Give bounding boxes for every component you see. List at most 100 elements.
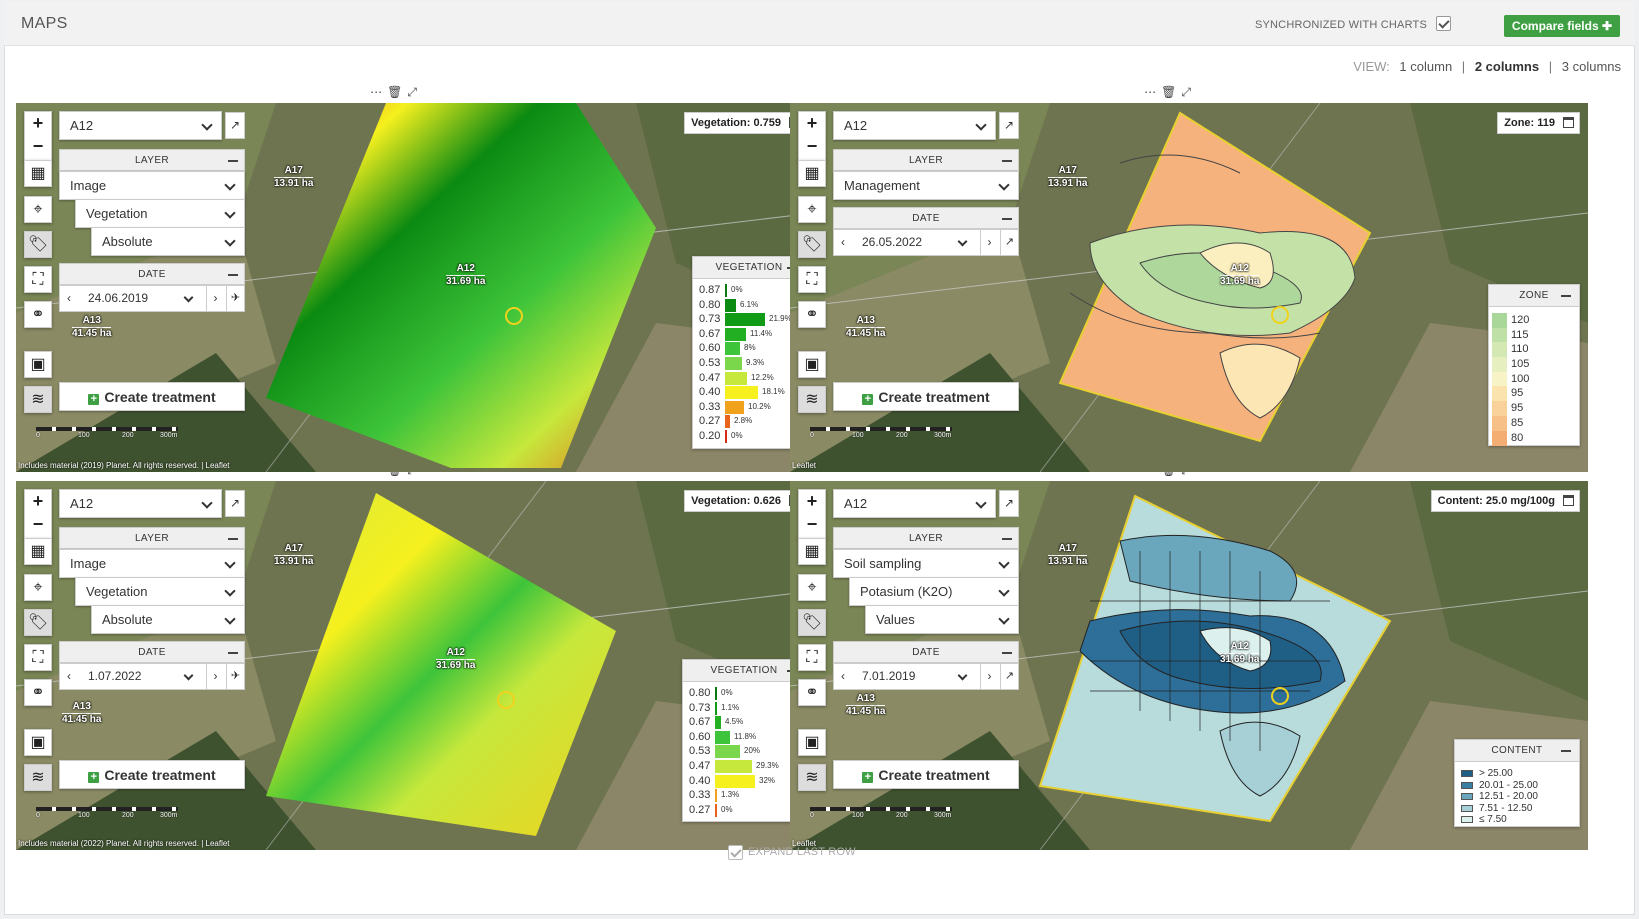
link-icon[interactable]: ⚭ <box>24 301 52 328</box>
field-select[interactable]: A12 <box>833 489 996 518</box>
mode-select[interactable]: Absolute <box>91 227 245 256</box>
zoom-control[interactable]: + − <box>24 489 52 539</box>
map-panel-4[interactable]: + − ▦ ⌖ 🏷 ⛶ ⚭ ▣ ≋ A12 ↗ LAYER Soil sampling Potasium … <box>790 481 1588 850</box>
layers-icon[interactable]: ≋ <box>24 764 52 791</box>
field-label-a17[interactable]: A17 13.91 ha <box>1048 543 1088 568</box>
sublayer-select[interactable]: Potasium (K2O) <box>849 577 1019 606</box>
collapse-icon[interactable] <box>1002 538 1012 540</box>
create-treatment-button[interactable]: + Create treatment <box>833 382 1019 411</box>
collapse-icon[interactable] <box>1002 218 1012 220</box>
fullscreen-icon[interactable]: ⛶ <box>24 644 52 671</box>
external-link-icon[interactable]: ↗ <box>999 112 1019 139</box>
sublayer-select[interactable]: Vegetation <box>75 199 245 228</box>
map-panel-1[interactable]: + − ▦ ⌖ 🏷 ⛶ ⚭ ▣ ≋ A12 ↗ LAYER Image Vegetation Absolut… <box>16 103 814 472</box>
prev-date-icon[interactable]: ‹ <box>60 664 78 689</box>
collapse-icon[interactable] <box>228 274 238 276</box>
collapse-icon[interactable] <box>1002 160 1012 162</box>
zoom-control[interactable]: + − <box>798 111 826 161</box>
zoom-in-icon[interactable]: + <box>25 490 51 513</box>
create-treatment-button[interactable]: + Create treatment <box>833 760 1019 789</box>
zoom-out-icon[interactable]: − <box>799 513 825 536</box>
prev-date-icon[interactable]: ‹ <box>834 230 852 255</box>
external-link-icon[interactable]: ↗ <box>999 490 1019 517</box>
satellite-icon[interactable]: ✈ <box>226 664 244 689</box>
location-pin-icon[interactable]: ⌖ <box>798 574 826 601</box>
field-label-a17[interactable]: A17 13.91 ha <box>274 543 314 568</box>
external-link-icon[interactable]: ↗ <box>1000 664 1018 689</box>
draw-icon[interactable]: ▣ <box>798 351 826 378</box>
field-select[interactable]: A12 <box>59 111 222 140</box>
tag-icon[interactable]: 🏷 <box>24 231 52 258</box>
layer-select[interactable]: Image <box>59 171 245 200</box>
link-icon[interactable]: ⚭ <box>24 679 52 706</box>
field-label-a12[interactable]: A12 31.69 ha <box>1220 263 1260 288</box>
external-link-icon[interactable]: ↗ <box>1000 230 1018 255</box>
grid-icon[interactable]: ▦ <box>798 538 826 565</box>
collapse-icon[interactable] <box>228 160 238 162</box>
panel-tools[interactable]: ⋯🗑⤢ <box>364 85 428 103</box>
fullscreen-icon[interactable]: ⛶ <box>24 266 52 293</box>
external-link-icon[interactable]: ↗ <box>225 112 245 139</box>
prev-date-icon[interactable]: ‹ <box>834 664 852 689</box>
field-select[interactable]: A12 <box>59 489 222 518</box>
location-pin-icon[interactable]: ⌖ <box>24 574 52 601</box>
field-label-a17[interactable]: A17 13.91 ha <box>1048 165 1088 190</box>
tag-icon[interactable]: 🏷 <box>798 609 826 636</box>
tag-icon[interactable]: 🏷 <box>24 609 52 636</box>
mode-select[interactable]: Values <box>865 605 1019 634</box>
layer-select[interactable]: Soil sampling <box>833 549 1019 578</box>
date-picker[interactable]: ‹ 1.07.2022 › ✈ <box>59 663 245 690</box>
layer-select[interactable]: Management <box>833 171 1019 200</box>
collapse-icon[interactable] <box>1561 750 1571 752</box>
field-label-a13[interactable]: A13 41.45 ha <box>72 315 112 340</box>
field-label-a13[interactable]: A13 41.45 ha <box>846 693 886 718</box>
field-label-a17[interactable]: A17 13.91 ha <box>274 165 314 190</box>
grid-icon[interactable]: ▦ <box>798 160 826 187</box>
map-panel-3[interactable]: + − ▦ ⌖ 🏷 ⛶ ⚭ ▣ ≋ A12 ↗ LAYER Image Vegetation Absolut… <box>16 481 814 850</box>
location-pin-icon[interactable]: ⌖ <box>798 196 826 223</box>
layers-icon[interactable]: ≋ <box>798 764 826 791</box>
field-label-a13[interactable]: A13 41.45 ha <box>62 701 102 726</box>
date-picker[interactable]: ‹ 24.06.2019 › ✈ <box>59 285 245 312</box>
link-icon[interactable]: ⚭ <box>798 301 826 328</box>
zoom-in-icon[interactable]: + <box>799 112 825 135</box>
map-panel-2[interactable]: + − ▦ ⌖ 🏷 ⛶ ⚭ ▣ ≋ A12 ↗ LAYER Management DATE ‹ 26.05… <box>790 103 1588 472</box>
date-picker[interactable]: ‹ 7.01.2019 › ↗ <box>833 663 1019 690</box>
fullscreen-icon[interactable]: ⛶ <box>798 644 826 671</box>
field-select[interactable]: A12 <box>833 111 996 140</box>
view-1-column[interactable]: 1 column <box>1399 59 1452 74</box>
layers-icon[interactable]: ≋ <box>24 386 52 413</box>
tag-icon[interactable]: 🏷 <box>798 231 826 258</box>
create-treatment-button[interactable]: + Create treatment <box>59 382 245 411</box>
zoom-control[interactable]: + − <box>798 489 826 539</box>
mode-select[interactable]: Absolute <box>91 605 245 634</box>
draw-icon[interactable]: ▣ <box>24 729 52 756</box>
draw-icon[interactable]: ▣ <box>798 729 826 756</box>
window-icon[interactable] <box>1563 117 1574 128</box>
collapse-icon[interactable] <box>1561 295 1571 297</box>
link-icon[interactable]: ⚭ <box>798 679 826 706</box>
sync-checkbox[interactable] <box>1436 16 1451 31</box>
field-label-a12[interactable]: A12 31.69 ha <box>1220 641 1260 666</box>
grid-icon[interactable]: ▦ <box>24 160 52 187</box>
view-3-columns[interactable]: 3 columns <box>1562 59 1621 74</box>
draw-icon[interactable]: ▣ <box>24 351 52 378</box>
field-label-a12[interactable]: A12 31.69 ha <box>446 263 486 288</box>
view-2-columns[interactable]: 2 columns <box>1475 59 1539 74</box>
zoom-out-icon[interactable]: − <box>25 135 51 158</box>
prev-date-icon[interactable]: ‹ <box>60 286 78 311</box>
location-pin-icon[interactable]: ⌖ <box>24 196 52 223</box>
window-icon[interactable] <box>1563 495 1574 506</box>
fullscreen-icon[interactable]: ⛶ <box>798 266 826 293</box>
date-picker[interactable]: ‹ 26.05.2022 › ↗ <box>833 229 1019 256</box>
next-date-icon[interactable]: › <box>980 230 998 255</box>
field-label-a12[interactable]: A12 31.69 ha <box>436 647 476 672</box>
create-treatment-button[interactable]: + Create treatment <box>59 760 245 789</box>
zoom-in-icon[interactable]: + <box>799 490 825 513</box>
sublayer-select[interactable]: Vegetation <box>75 577 245 606</box>
zoom-out-icon[interactable]: − <box>25 513 51 536</box>
zoom-out-icon[interactable]: − <box>799 135 825 158</box>
layers-icon[interactable]: ≋ <box>798 386 826 413</box>
expand-last-row[interactable]: EXPAND LAST ROW <box>728 845 856 860</box>
field-label-a13[interactable]: A13 41.45 ha <box>846 315 886 340</box>
